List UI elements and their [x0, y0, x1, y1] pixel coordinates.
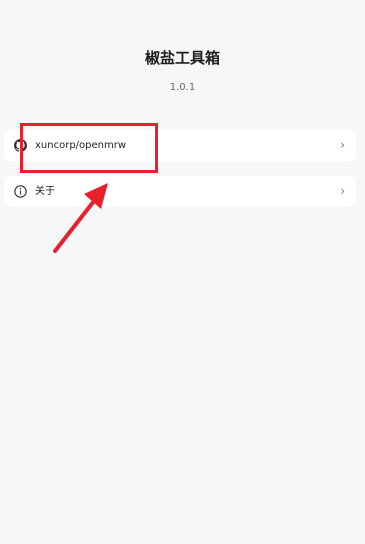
- app-version: 1.0.1: [169, 82, 196, 93]
- highlight-box: [20, 123, 158, 173]
- app-title: 椒盐工具箱: [144, 49, 220, 67]
- chevron-right-icon: ›: [340, 138, 345, 152]
- list-item-about[interactable]: 关于 ›: [4, 176, 356, 207]
- about-label: 关于: [35, 186, 55, 197]
- chevron-right-icon: ›: [340, 184, 345, 198]
- info-icon: [13, 184, 27, 198]
